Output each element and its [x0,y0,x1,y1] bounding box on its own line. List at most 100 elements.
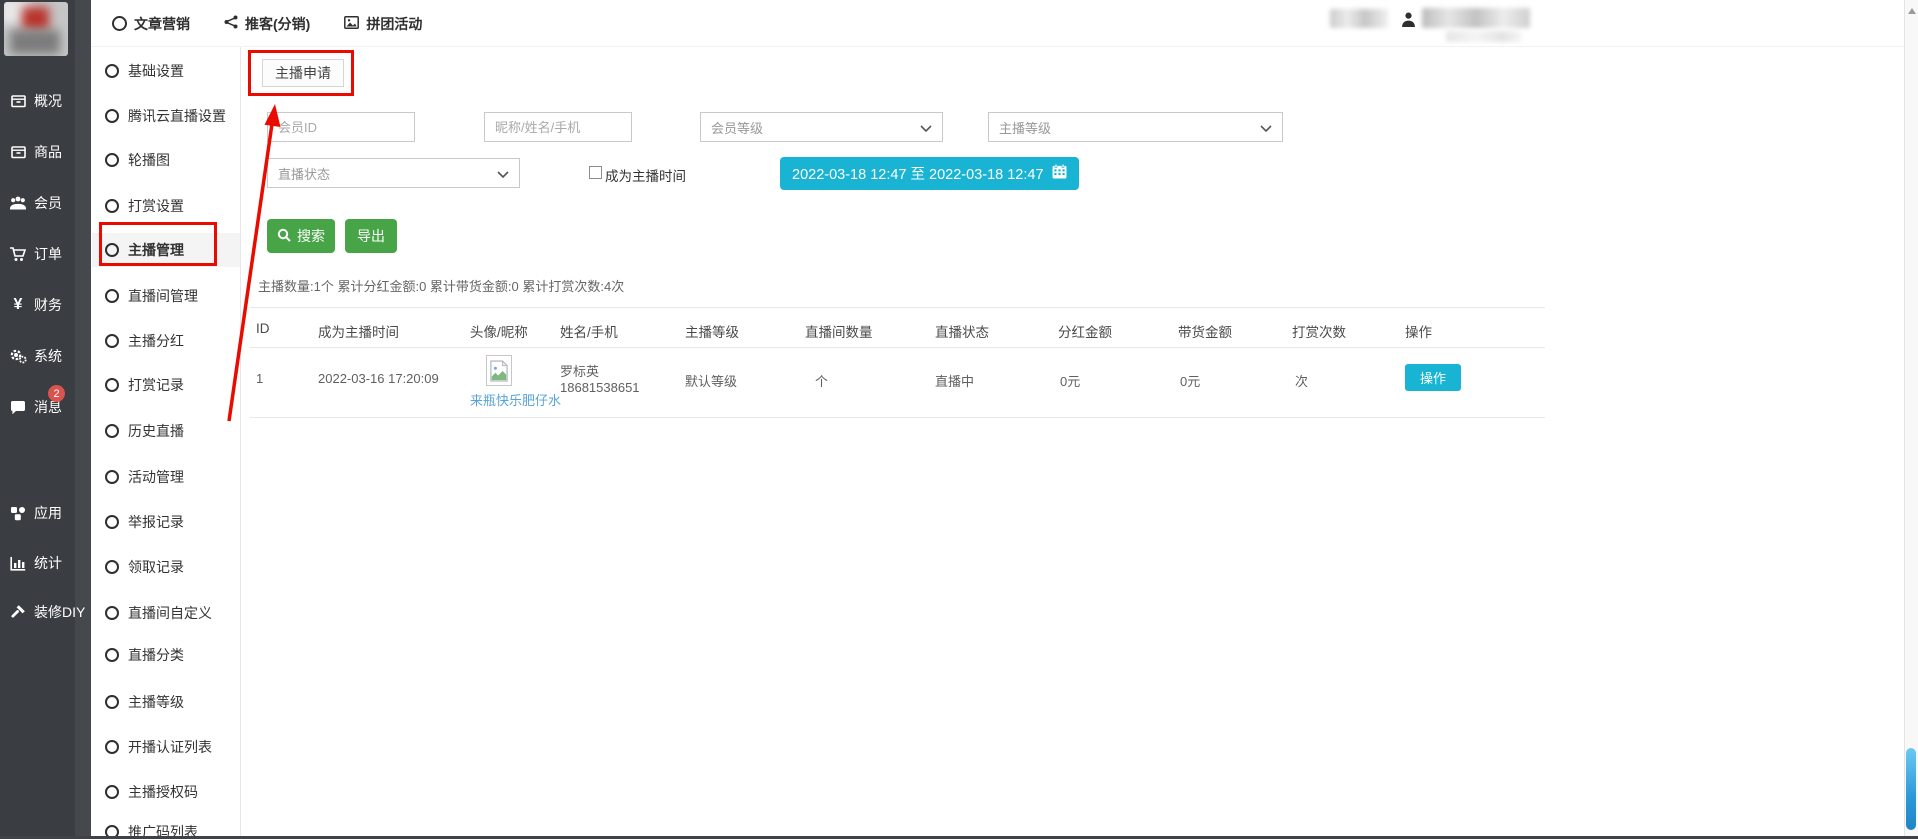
overview-box-icon [9,93,27,110]
circle-icon [105,560,119,574]
members-icon [9,195,27,212]
member-id-input[interactable] [267,112,415,142]
date-range-button[interactable]: 2022-03-18 12:47 至 2022-03-18 12:47 [780,157,1079,190]
menu-item-live-category[interactable]: 直播分类 [92,638,240,672]
member-level-select[interactable]: 会员等级 [700,112,943,142]
user-person-icon [1402,12,1415,32]
sidebar-item-goods[interactable]: 商品 [0,141,91,163]
redacted-subtext [1446,31,1522,42]
circle-icon [105,199,119,213]
page-scrollbar-thumb[interactable] [1906,748,1916,830]
circle-icon [105,648,119,662]
menu-item-anchor-management[interactable]: 主播管理 [92,233,240,267]
broken-image-icon [490,360,508,382]
menu-item-anchor-dividend[interactable]: 主播分红 [92,324,240,358]
menu-item-anchor-auth-code[interactable]: 主播授权码 [92,775,240,809]
system-gear-icon [9,348,27,365]
circle-icon [105,470,119,484]
circle-icon [105,109,119,123]
menu-item-activity-management[interactable]: 活动管理 [92,460,240,494]
sidebar-item-system[interactable]: 系统 [0,345,91,367]
menu-item-carousel[interactable]: 轮播图 [92,143,240,177]
sidebar-item-members[interactable]: 会员 [0,192,91,214]
menu-item-reward-settings[interactable]: 打赏设置 [92,189,240,223]
select-value: 直播状态 [278,164,330,183]
menu-item-live-history[interactable]: 历史直播 [92,414,240,448]
circle-icon [105,243,119,257]
table-top-divider [250,307,1545,308]
menu-item-label: 直播间管理 [128,286,198,306]
search-button[interactable]: 搜索 [267,219,335,253]
sidebar-item-finance[interactable]: ¥ 财务 [0,294,91,316]
logo-blur-dark [10,30,60,54]
orders-cart-icon [9,246,27,263]
sidebar-item-messages[interactable]: 消息 [0,396,91,418]
sidebar-item-apps[interactable]: 应用 [0,502,91,524]
scrollbar-up-arrow-icon[interactable] [1908,8,1916,14]
logo-blur-red [22,7,49,30]
menu-item-label: 活动管理 [128,467,184,487]
sidebar-item-overview[interactable]: 概况 [0,90,91,112]
anchor-summary-stats: 主播数量:1个 累计分红金额:0 累计带货金额:0 累计打赏次数:4次 [258,276,624,295]
nav-label: 拼团活动 [366,14,422,34]
become-anchor-time-checkbox[interactable] [589,166,602,179]
nav-promoter-distribution[interactable]: 推客(分销) [224,14,310,34]
redacted-username-text [1422,8,1530,28]
search-button-label: 搜索 [297,226,325,246]
sidebar-item-label: 会员 [34,193,62,213]
menu-item-anchor-level[interactable]: 主播等级 [92,685,240,719]
menu-item-live-room-management[interactable]: 直播间管理 [92,279,240,313]
sidebar-item-label: 应用 [34,503,62,523]
menu-item-reward-records[interactable]: 打赏记录 [92,368,240,402]
chevron-down-icon [920,120,932,135]
menu-item-claim-records[interactable]: 领取记录 [92,550,240,584]
circle-icon [112,16,127,31]
sidebar-item-orders[interactable]: 订单 [0,243,91,265]
menu-item-broadcast-cert-list[interactable]: 开播认证列表 [92,730,240,764]
date-range-value: 2022-03-18 12:47 至 2022-03-18 12:47 [792,163,1044,184]
live-status-select[interactable]: 直播状态 [267,158,520,188]
sidebar-scroll-gutter [75,0,91,839]
menu-item-label: 历史直播 [128,421,184,441]
cell-id: 1 [256,371,263,386]
nav-article-marketing[interactable]: 文章营销 [112,14,190,34]
circle-icon [105,606,119,620]
sidebar-item-stats[interactable]: 统计 [0,552,91,574]
sidebar-item-diy[interactable]: 装修DIY [0,601,91,623]
chevron-down-icon [1260,120,1272,135]
share-icon [224,15,238,32]
keyword-input[interactable] [484,112,632,142]
row-action-button[interactable]: 操作 [1405,364,1461,391]
col-header-name-phone: 姓名/手机 [560,321,618,341]
select-value: 会员等级 [711,118,763,137]
calendar-icon [1052,164,1067,183]
col-header-reward-count: 打赏次数 [1292,321,1346,341]
cell-goods-amount: 0元 [1180,371,1200,390]
sidebar-item-label: 装修DIY [34,602,85,622]
export-button-label: 导出 [357,226,385,246]
menu-item-label: 腾讯云直播设置 [128,106,226,126]
become-anchor-time-label: 成为主播时间 [605,165,686,185]
nickname-link[interactable]: 来瓶快乐肥仔水 [470,390,561,409]
search-icon [277,228,291,245]
menu-item-tencent-live-settings[interactable]: 腾讯云直播设置 [92,99,240,133]
col-header-room-count: 直播间数量 [805,321,873,341]
sidebar-item-label: 财务 [34,295,62,315]
sidebar-item-label: 系统 [34,346,62,366]
cell-dividend: 0元 [1060,371,1080,390]
col-header-goods-amount: 带货金额 [1178,321,1232,341]
menu-item-live-room-custom[interactable]: 直播间自定义 [92,596,240,630]
page-scrollbar-track[interactable] [1904,0,1918,839]
col-header-avatar-nickname: 头像/昵称 [470,321,528,341]
tab-anchor-application[interactable]: 主播申请 [262,59,344,87]
circle-icon [105,515,119,529]
app-logo [4,2,68,56]
menu-item-report-records[interactable]: 举报记录 [92,505,240,539]
sidebar-item-label: 概况 [34,91,62,111]
menu-item-basic-settings[interactable]: 基础设置 [92,54,240,88]
diy-hammer-icon [9,604,27,621]
circle-icon [105,64,119,78]
nav-group-buy[interactable]: 拼团活动 [344,14,422,34]
export-button[interactable]: 导出 [345,219,397,253]
anchor-level-select[interactable]: 主播等级 [988,112,1283,142]
